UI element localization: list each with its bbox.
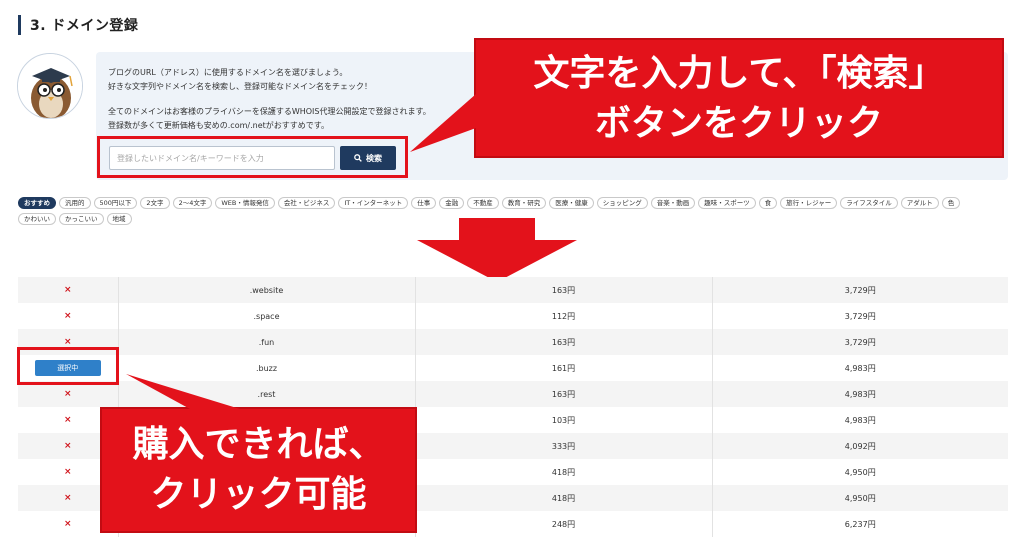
renewal-price-cell: 3,729円 — [712, 329, 1008, 355]
category-tag[interactable]: 2文字 — [140, 197, 170, 209]
category-tag[interactable]: 地域 — [106, 213, 132, 225]
info-line-3: 全てのドメインはお客様のプライバシーを保護するWHOIS代理公開設定で登録されま… — [108, 107, 431, 116]
callout-search-line-2: ボタンをクリック — [594, 103, 883, 144]
heading-accent-bar — [18, 15, 21, 35]
category-tag[interactable]: 旅行・レジャー — [780, 197, 838, 209]
renewal-price-cell: 4,983円 — [712, 381, 1008, 407]
cross-icon: × — [63, 415, 72, 425]
category-tag[interactable]: WEB・情報発信 — [215, 197, 275, 209]
category-tag[interactable]: 500円以下 — [93, 197, 138, 209]
search-button-label: 検索 — [366, 153, 382, 163]
category-tag[interactable]: 教育・研究 — [501, 197, 547, 209]
renewal-price-cell: 6,237円 — [712, 511, 1008, 537]
renewal-price-cell: 4,950円 — [712, 459, 1008, 485]
price-cell: 103円 — [415, 407, 713, 433]
table-row: 選択中 .buzz 161円 4,983円 — [18, 355, 1008, 381]
section-heading: 3. ドメイン登録 — [18, 14, 138, 36]
callout-search-line-1: 文字を入力して、「検索」 — [533, 53, 945, 94]
category-tag[interactable]: おすすめ — [18, 197, 56, 209]
select-highlight-frame — [17, 347, 119, 385]
price-cell: 163円 — [415, 381, 713, 407]
callout-purchase: 購入できれば、 クリック可能 — [100, 407, 417, 533]
down-arrow-icon — [417, 218, 577, 282]
info-line-1: ブログのURL（アドレス）に使用するドメイン名を選びましょう。 — [108, 68, 348, 77]
cross-icon: × — [63, 337, 72, 347]
table-row: × .fun 163円 3,729円 — [18, 329, 1008, 355]
cross-icon: × — [63, 285, 72, 295]
renewal-price-cell: 4,950円 — [712, 485, 1008, 511]
category-tag[interactable]: アダルト — [900, 197, 939, 209]
category-tag[interactable]: 仕事 — [411, 197, 437, 209]
table-row: × .rest 163円 4,983円 — [18, 381, 1008, 407]
domain-search-input[interactable] — [109, 146, 335, 170]
category-tag[interactable]: 不動産 — [467, 197, 499, 209]
cross-icon: × — [63, 389, 72, 399]
price-cell: 161円 — [415, 355, 713, 381]
section-title: 3. ドメイン登録 — [30, 18, 139, 34]
category-tag[interactable]: ライフスタイル — [840, 197, 898, 209]
cross-icon: × — [63, 311, 72, 321]
price-cell: 418円 — [415, 485, 713, 511]
renewal-price-cell: 4,092円 — [712, 433, 1008, 459]
callout-purchase-line-1: 購入できれば、 — [132, 424, 385, 465]
cross-icon: × — [63, 467, 72, 477]
cross-icon: × — [63, 441, 72, 451]
search-icon — [354, 154, 362, 162]
tld-cell: .rest — [118, 381, 416, 407]
info-line-2: 好きな文字列やドメイン名を検索し、登録可能なドメイン名をチェック！ — [108, 82, 372, 91]
price-cell: 163円 — [415, 277, 713, 303]
category-tag[interactable]: 色 — [941, 197, 961, 209]
category-tag[interactable]: 食 — [758, 197, 778, 209]
price-cell: 248円 — [415, 511, 713, 537]
status-cell: × — [18, 303, 119, 329]
renewal-price-cell: 3,729円 — [712, 277, 1008, 303]
category-tag[interactable]: 趣味・スポーツ — [698, 197, 756, 209]
category-tag[interactable]: IT・インターネット — [338, 197, 409, 209]
status-cell: × — [18, 277, 119, 303]
price-cell: 333円 — [415, 433, 713, 459]
category-tag[interactable]: 医療・健康 — [549, 197, 594, 209]
renewal-price-cell: 3,729円 — [712, 303, 1008, 329]
tld-cell: .space — [118, 303, 416, 329]
info-line-4: 登録数が多くて更新価格も安めの.com/.netがおすすめです。 — [108, 121, 329, 130]
renewal-price-cell: 4,983円 — [712, 407, 1008, 433]
category-tag[interactable]: 2〜4文字 — [172, 197, 213, 209]
table-row: × .space 112円 3,729円 — [18, 303, 1008, 329]
owl-professor-icon — [17, 53, 83, 119]
cross-icon: × — [63, 493, 72, 503]
price-cell: 112円 — [415, 303, 713, 329]
category-tag[interactable]: 金融 — [439, 197, 465, 209]
price-cell: 418円 — [415, 459, 713, 485]
tld-cell: .buzz — [118, 355, 416, 381]
tld-cell: .website — [118, 277, 416, 303]
renewal-price-cell: 4,983円 — [712, 355, 1008, 381]
category-tag[interactable]: 会社・ビジネス — [277, 197, 336, 209]
callout-purchase-line-2: クリック可能 — [150, 474, 367, 515]
category-tag[interactable]: かっこいい — [59, 213, 104, 225]
cross-icon: × — [63, 519, 72, 529]
table-row: × .website 163円 3,729円 — [18, 277, 1008, 303]
category-tag[interactable]: かわいい — [18, 213, 56, 225]
category-tag[interactable]: 汎用的 — [59, 197, 91, 209]
category-tag[interactable]: 音楽・動画 — [650, 197, 696, 209]
price-cell: 163円 — [415, 329, 713, 355]
callout-search: 文字を入力して、「検索」 ボタンをクリック — [474, 38, 1004, 158]
info-message: ブログのURL（アドレス）に使用するドメイン名を選びましょう。 好きな文字列やド… — [108, 66, 431, 133]
tld-cell: .fun — [118, 329, 416, 355]
category-tag[interactable]: ショッピング — [596, 197, 648, 209]
search-button[interactable]: 検索 — [340, 146, 396, 170]
